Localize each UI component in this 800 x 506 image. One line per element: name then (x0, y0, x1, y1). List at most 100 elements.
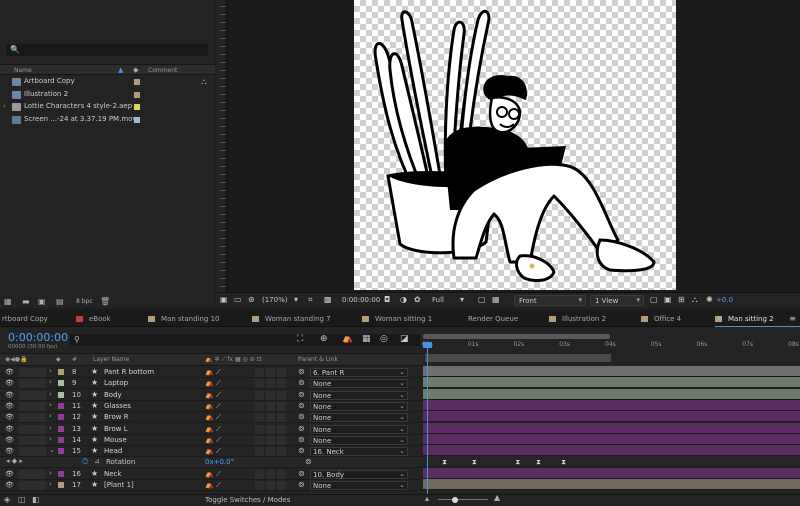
visibility-eye-icon[interactable]: 👁 (5, 425, 14, 433)
layer-label-swatch[interactable] (58, 482, 64, 488)
switch-toggle-box[interactable] (266, 435, 275, 445)
layer-tracks[interactable]: ⧗ ⧗ ⧗ ⧗ ⧗ (423, 366, 800, 494)
new-folder-icon[interactable]: ▬ (22, 297, 30, 306)
project-item[interactable]: Screen ...-24 at 3.37.19 PM.mov (0, 114, 215, 126)
region-icon[interactable]: ▢ (478, 295, 486, 304)
expand-icon[interactable]: › (49, 469, 52, 477)
switch-toggle-box[interactable] (255, 390, 264, 400)
pick-whip-icon[interactable]: ⊚ (298, 367, 305, 376)
switch-toggle-box[interactable] (266, 424, 275, 434)
parent-dropdown[interactable]: None ⌄ (310, 424, 408, 434)
layer-track-bar[interactable] (423, 377, 800, 389)
av-toggle-box[interactable] (37, 368, 46, 377)
av-toggle-box[interactable] (37, 424, 46, 434)
in-out-icon[interactable]: ◫ (18, 495, 26, 504)
av-toggle-box[interactable] (28, 424, 37, 434)
always-preview-icon[interactable]: ▣ (220, 295, 228, 304)
motion-blur-icon[interactable]: ◎ (380, 334, 388, 344)
av-toggle-box[interactable] (37, 481, 46, 490)
interpret-footage-icon[interactable]: ▦ (4, 297, 12, 306)
zoom-dropdown[interactable]: (170%) (262, 296, 287, 304)
layer-switches-icons[interactable]: ⛺ ⟋ (205, 481, 221, 490)
expression-pick-whip-icon[interactable]: ⊚ (305, 457, 312, 466)
layer-switches-icons[interactable]: ⛺ ⟋ (205, 425, 221, 434)
layer-track-bar[interactable] (423, 479, 800, 490)
expand-icon[interactable]: › (49, 367, 52, 375)
visibility-eye-icon[interactable]: 👁 (5, 436, 14, 444)
sort-ascending-icon[interactable]: ▲ (118, 66, 123, 74)
switch-toggle-box[interactable] (255, 413, 264, 423)
layer-name[interactable]: [Plant 1] (104, 481, 134, 489)
av-toggle-box[interactable] (37, 379, 46, 389)
switch-toggle-box[interactable] (266, 413, 275, 423)
av-toggle-box[interactable] (19, 481, 28, 490)
layer-label-swatch[interactable] (58, 414, 64, 421)
switch-toggle-box[interactable] (277, 379, 286, 389)
switch-toggle-box[interactable] (266, 401, 275, 411)
layer-switches-icons[interactable]: ⛺ ⟋ (205, 379, 221, 388)
comp-flowchart-icon[interactable]: ⛬ (692, 295, 698, 305)
layer-name[interactable]: Head (104, 447, 122, 455)
toggle-switches-modes-button[interactable]: Toggle Switches / Modes (205, 496, 290, 504)
viewer-timecode[interactable]: 0:00:00:00 (342, 296, 380, 304)
expand-icon[interactable]: › (49, 424, 52, 432)
layer-label-swatch[interactable] (58, 380, 64, 387)
switch-toggle-box[interactable] (266, 469, 275, 479)
layer-track-bar[interactable] (423, 433, 800, 445)
switch-toggle-box[interactable] (255, 469, 264, 479)
project-search-input[interactable]: 🔍 (6, 44, 208, 56)
parent-dropdown[interactable]: None ⌄ (310, 413, 408, 423)
layer-label-swatch[interactable] (58, 448, 64, 455)
tab-composition[interactable]: Render Queue (466, 310, 549, 327)
layer-row[interactable]: 👁 › ★ ⛺ ⟋ ⊚ 9 Laptop None ⌄ (0, 378, 423, 390)
stopwatch-icon[interactable]: ⏱ (82, 457, 88, 467)
project-item[interactable]: › Lottie Characters 4 style-2.aep (0, 101, 215, 113)
layer-track-bar[interactable] (423, 411, 800, 423)
pick-whip-icon[interactable]: ⊚ (298, 378, 305, 387)
pick-whip-icon[interactable]: ⊚ (298, 480, 305, 489)
bit-depth-button[interactable]: 8 bpc (76, 298, 93, 305)
switch-toggle-box[interactable] (277, 435, 286, 445)
layer-row[interactable]: 👁 › ★ ⛺ ⟋ ⊚ 11 Glasses None ⌄ (0, 401, 423, 412)
visibility-eye-icon[interactable]: 👁 (5, 470, 14, 478)
expand-icon[interactable]: › (49, 378, 52, 386)
av-toggle-box[interactable] (37, 413, 46, 423)
keyframe-marker[interactable]: ⧗ (472, 458, 477, 467)
number-column-icon[interactable]: # (72, 356, 77, 363)
layer-switches-icons[interactable]: ⛺ ⟋ (205, 447, 221, 456)
switch-toggle-box[interactable] (277, 481, 286, 490)
grid-icon[interactable]: ▭ (234, 295, 242, 304)
av-toggle-box[interactable] (37, 447, 46, 457)
switch-toggle-box[interactable] (266, 368, 275, 377)
switch-toggle-box[interactable] (277, 424, 286, 434)
tab-composition[interactable]: Illustration 2 (549, 310, 641, 327)
mask-visibility-icon[interactable]: ⊛ (248, 295, 255, 304)
exposure-icon[interactable]: ✺ (706, 295, 713, 304)
switches-header-icons[interactable]: ⛺ ✲ ⟋ fx ▦ ◎ ⊘ ⊡ (205, 356, 262, 364)
pick-whip-icon[interactable]: ⊚ (298, 469, 305, 478)
parent-link-header[interactable]: Parent & Link (298, 356, 338, 363)
layer-name[interactable]: Pant R bottom (104, 368, 154, 376)
expand-icon[interactable]: › (49, 435, 52, 443)
layer-row[interactable]: 👁 › ★ ⛺ ⟋ ⊚ 8 Pant R bottom 6. Pant R ⌄ (0, 367, 423, 378)
parent-dropdown[interactable]: None ⌄ (310, 379, 408, 389)
av-toggle-box[interactable] (28, 435, 37, 445)
new-composition-icon[interactable]: ▣ (38, 297, 46, 306)
av-toggle-box[interactable] (28, 401, 37, 411)
switch-toggle-box[interactable] (255, 401, 264, 411)
label-color-swatch[interactable] (134, 79, 140, 85)
property-row-rotation[interactable]: ◂ ◆ ▸ ⏱ ⊿ Rotation 0x+0.0° ⊚ (0, 457, 423, 469)
render-time-icon[interactable]: ◈ (4, 495, 10, 504)
zoom-chevron-icon[interactable]: ▾ (294, 295, 298, 304)
av-toggle-box[interactable] (37, 401, 46, 411)
av-toggle-box[interactable] (28, 481, 37, 490)
expand-icon[interactable]: › (49, 412, 52, 420)
pick-whip-icon[interactable]: ⊚ (298, 435, 305, 444)
layer-name[interactable]: Glasses (104, 402, 131, 410)
layer-row[interactable]: 👁 ⌄ ★ ⛺ ⟋ ⊚ 15 Head 16. Neck ⌄ (0, 446, 423, 458)
rotation-value[interactable]: 0x+0.0° (205, 458, 234, 466)
switch-toggle-box[interactable] (255, 481, 264, 490)
close-tab-icon[interactable]: × (717, 314, 723, 322)
zoom-out-icon[interactable]: ▴ (425, 494, 429, 503)
show-snapshot-icon[interactable]: ◑ (400, 295, 407, 304)
